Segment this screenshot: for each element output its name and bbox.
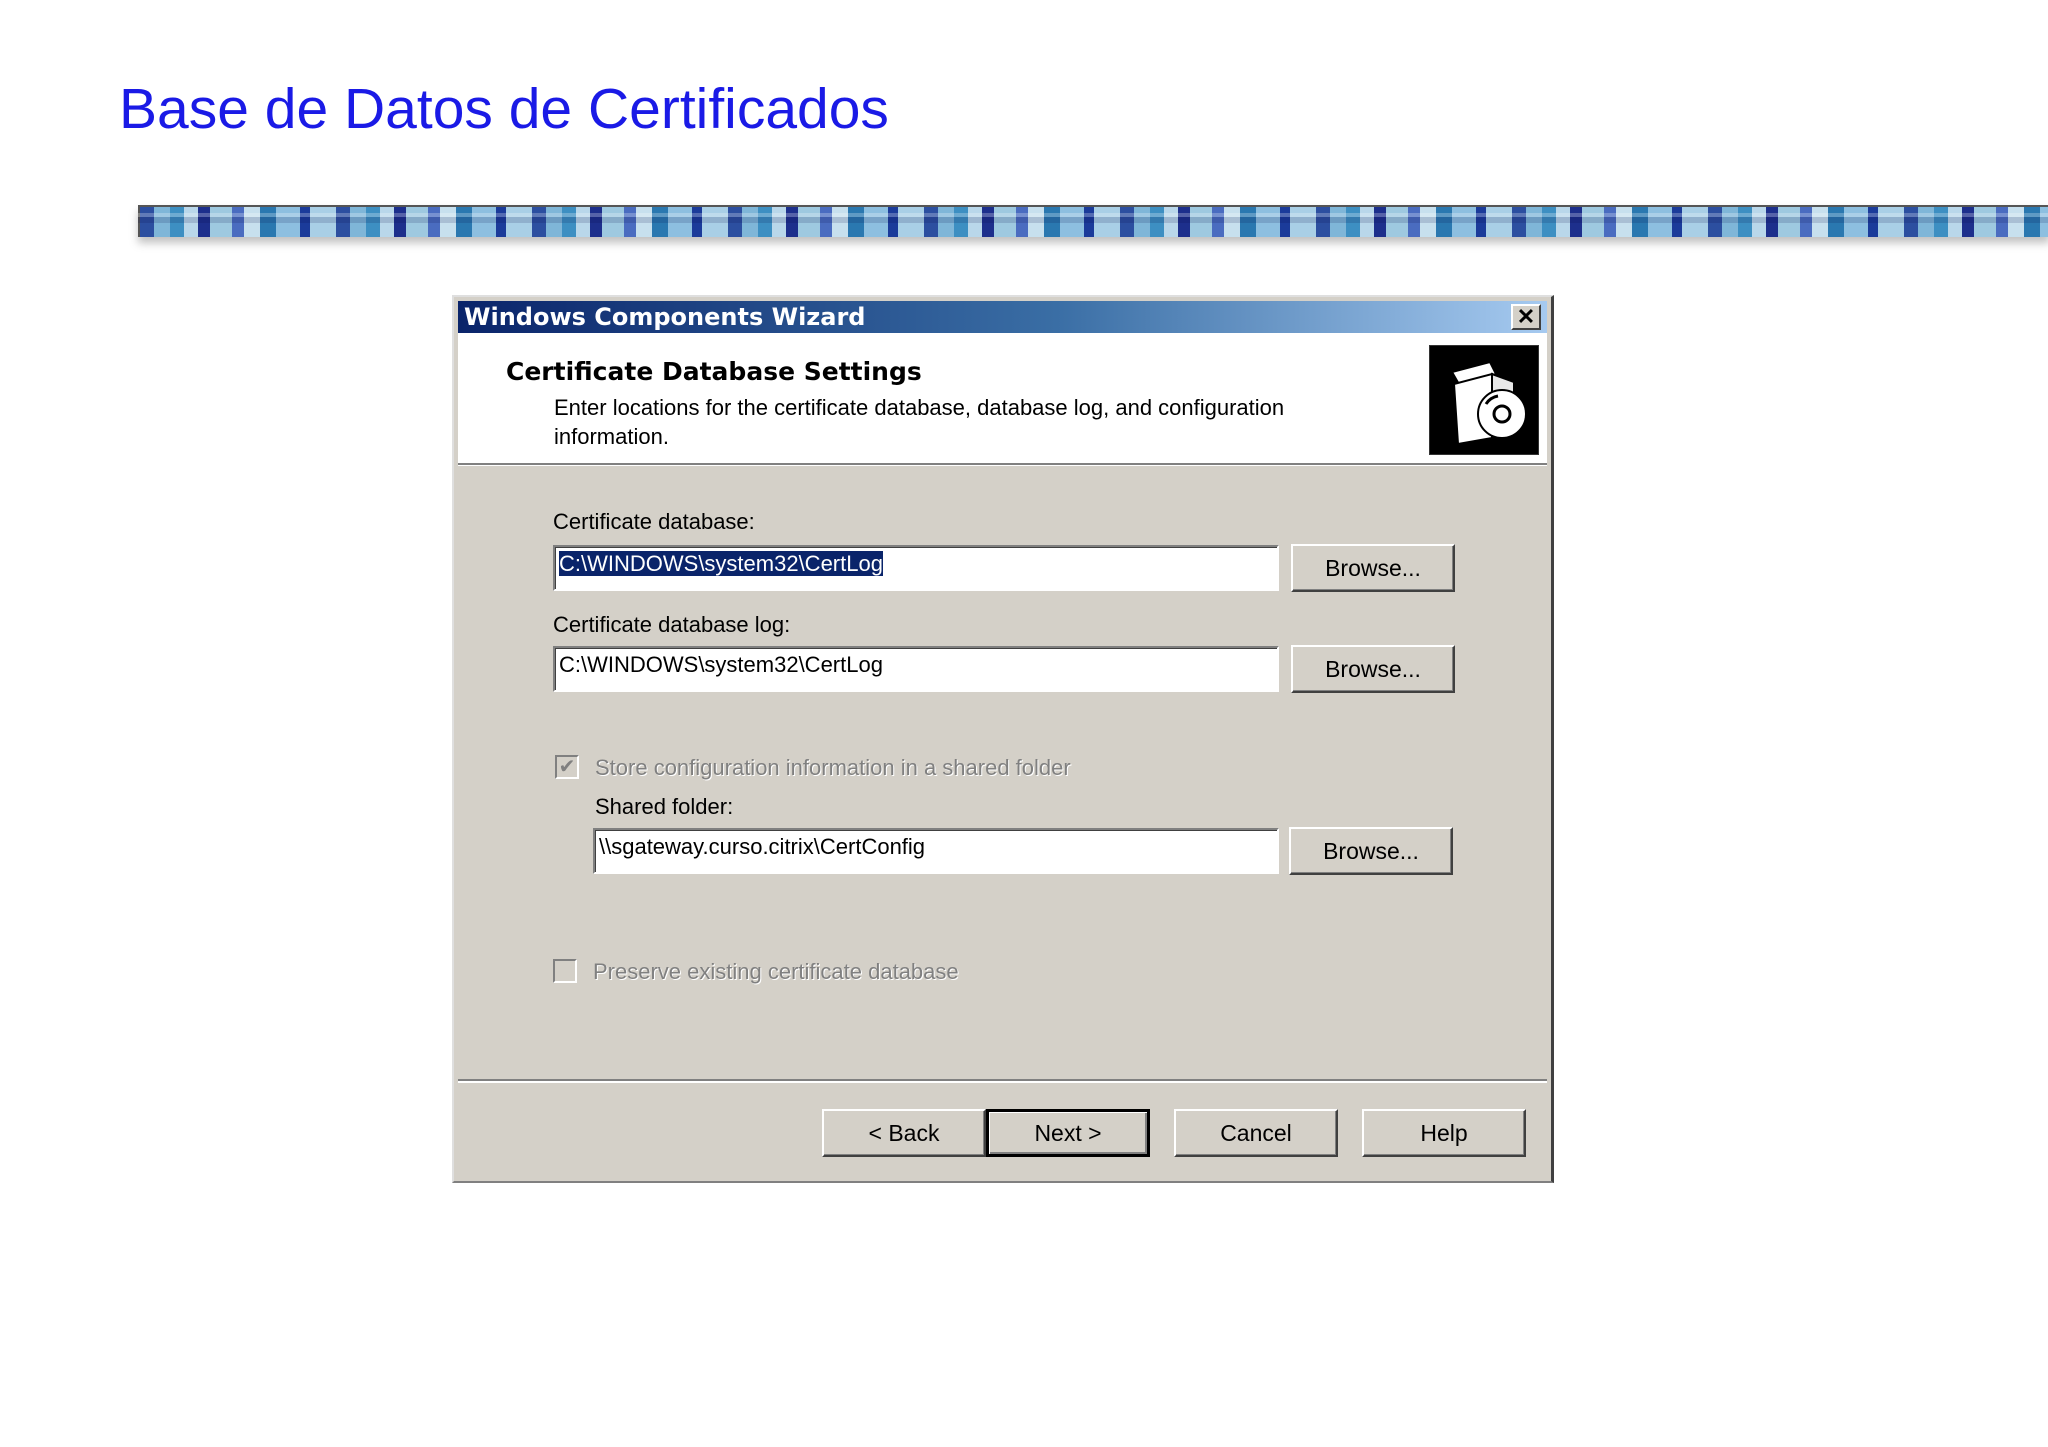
cert-db-field[interactable]: C:\WINDOWS\system32\CertLog (553, 545, 1279, 591)
back-button[interactable]: < Back (822, 1109, 986, 1157)
footer-separator (458, 1079, 1547, 1083)
help-button[interactable]: Help (1362, 1109, 1526, 1157)
cert-db-log-browse-button[interactable]: Browse... (1291, 645, 1455, 693)
cert-db-log-value: C:\WINDOWS\system32\CertLog (559, 652, 883, 677)
close-button[interactable]: ✕ (1511, 304, 1541, 330)
shared-folder-checkbox[interactable]: ✔ (555, 755, 579, 779)
next-button[interactable]: Next > (986, 1109, 1150, 1157)
cert-db-value: C:\WINDOWS\system32\CertLog (559, 551, 883, 576)
wizard-dialog: Windows Components Wizard ✕ Certificate … (452, 295, 1554, 1183)
header-separator (458, 465, 1547, 466)
software-box-cd-icon (1429, 345, 1539, 455)
cert-db-log-field[interactable]: C:\WINDOWS\system32\CertLog (553, 646, 1279, 692)
preserve-db-checkbox-label: Preserve existing certificate database (593, 959, 959, 984)
preserve-db-checkbox[interactable] (553, 959, 577, 983)
cert-db-label: Certificate database: (553, 509, 755, 534)
cancel-button[interactable]: Cancel (1174, 1109, 1338, 1157)
header-description: Enter locations for the certificate data… (554, 395, 1285, 449)
cert-db-log-label: Certificate database log: (553, 612, 791, 637)
dialog-titlebar[interactable]: Windows Components Wizard ✕ (458, 301, 1547, 333)
shared-folder-checkbox-label: Store configuration information in a sha… (595, 755, 1071, 780)
header-title: Certificate Database Settings (506, 357, 922, 386)
shared-folder-field[interactable]: \\sgateway.curso.citrix\CertConfig (593, 828, 1279, 874)
decorative-banner-overlay (138, 205, 2048, 235)
wizard-header-panel: Certificate Database Settings Enter loca… (458, 333, 1547, 465)
dialog-title: Windows Components Wizard (464, 303, 866, 331)
shared-folder-label: Shared folder: (595, 794, 734, 819)
close-icon: ✕ (1516, 304, 1536, 329)
checkmark-icon: ✔ (558, 756, 576, 778)
cert-db-browse-button[interactable]: Browse... (1291, 544, 1455, 592)
shared-folder-value: \\sgateway.curso.citrix\CertConfig (599, 834, 926, 859)
shared-folder-browse-button[interactable]: Browse... (1289, 827, 1453, 875)
slide-title: Base de Datos de Certificados (119, 77, 889, 141)
